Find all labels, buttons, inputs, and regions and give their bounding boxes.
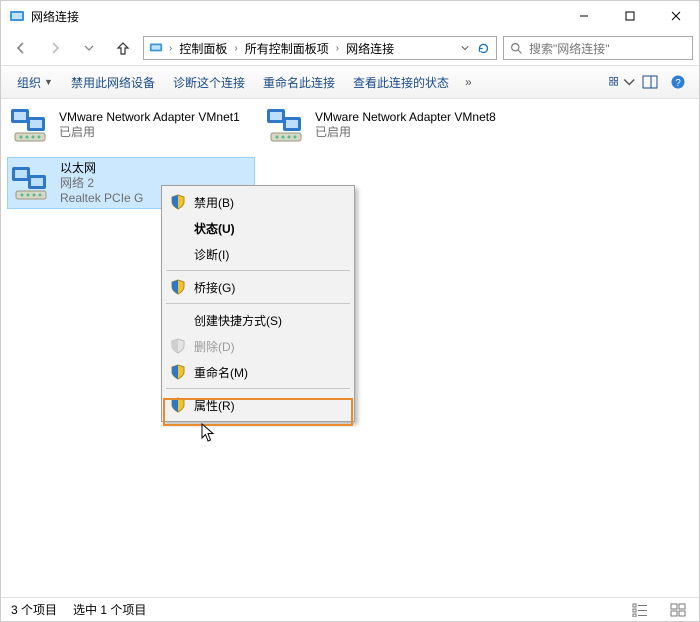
search-icon [510, 42, 523, 55]
toolbar: 组织 ▼ 禁用此网络设备 诊断这个连接 重命名此连接 查看此连接的状态 » ? [1, 65, 699, 99]
shield-icon [170, 397, 186, 413]
adapter-name: VMware Network Adapter VMnet8 [315, 110, 496, 125]
context-menu-delete-label: 删除(D) [194, 338, 342, 355]
toolbar-view-status-button[interactable]: 查看此连接的状态 [345, 70, 457, 95]
shield-icon [170, 194, 186, 210]
view-details-button[interactable] [629, 601, 651, 619]
minimize-button[interactable] [561, 1, 607, 31]
context-menu-properties-label: 属性(R) [194, 397, 342, 414]
toolbar-view-status-label: 查看此连接的状态 [353, 74, 449, 91]
context-menu-properties[interactable]: 属性(R) [164, 392, 352, 418]
window-icon [9, 8, 25, 24]
title-bar: 网络连接 [1, 1, 699, 31]
maximize-button[interactable] [607, 1, 653, 31]
context-menu-rename[interactable]: 重命名(M) [164, 359, 352, 385]
context-menu-separator [166, 270, 350, 271]
toolbar-help-button[interactable]: ? [665, 70, 691, 94]
context-menu-create-shortcut[interactable]: 创建快捷方式(S) [164, 307, 352, 333]
adapter-vmnet8[interactable]: VMware Network Adapter VMnet8 已启用 [263, 99, 511, 151]
breadcrumb-item-network-connections[interactable]: 网络连接 [342, 40, 398, 57]
breadcrumb[interactable]: › 控制面板 › 所有控制面板项 › 网络连接 [143, 36, 497, 60]
toolbar-rename-button[interactable]: 重命名此连接 [255, 70, 343, 95]
context-menu-status-label: 状态(U) [194, 220, 342, 237]
nav-forward-button[interactable] [41, 34, 69, 62]
toolbar-disable-device-label: 禁用此网络设备 [71, 74, 155, 91]
breadcrumb-sep: › [333, 43, 342, 54]
context-menu-disable-label: 禁用(B) [194, 194, 342, 211]
context-menu-rename-label: 重命名(M) [194, 364, 342, 381]
context-menu-delete: 删除(D) [164, 333, 352, 359]
breadcrumb-sep: › [166, 43, 175, 54]
breadcrumb-item-all-items[interactable]: 所有控制面板项 [241, 40, 333, 57]
window-title: 网络连接 [31, 8, 561, 25]
toolbar-organize-button[interactable]: 组织 ▼ [9, 70, 61, 95]
search-input[interactable]: 搜索"网络连接" [503, 36, 693, 60]
context-menu-bridge[interactable]: 桥接(G) [164, 274, 352, 300]
breadcrumb-dropdown[interactable] [457, 44, 473, 52]
adapter-vmnet1[interactable]: VMware Network Adapter VMnet1 已启用 [7, 99, 255, 151]
adapter-status: 已启用 [59, 125, 240, 140]
context-menu-separator [166, 303, 350, 304]
toolbar-diagnose-button[interactable]: 诊断这个连接 [165, 70, 253, 95]
toolbar-view-options-button[interactable] [609, 70, 635, 94]
toolbar-organize-label: 组织 [17, 74, 41, 91]
network-adapter-icon [265, 103, 309, 147]
window-controls [561, 1, 699, 31]
nav-history-dropdown[interactable] [75, 34, 103, 62]
context-menu-bridge-label: 桥接(G) [194, 279, 342, 296]
context-menu-diagnose[interactable]: 诊断(I) [164, 241, 352, 267]
blank-icon [170, 312, 186, 328]
adapter-name: 以太网 [60, 161, 143, 176]
adapter-name: VMware Network Adapter VMnet1 [59, 110, 240, 125]
breadcrumb-refresh-button[interactable] [473, 42, 494, 55]
adapter-detail: Realtek PCIe G [60, 191, 143, 206]
nav-up-button[interactable] [109, 34, 137, 62]
blank-icon [170, 220, 186, 236]
svg-text:?: ? [675, 78, 681, 89]
context-menu: 禁用(B) 状态(U) 诊断(I) 桥接(G) 创建快捷方式(S) 删除(D) … [161, 185, 355, 422]
adapter-status: 已启用 [315, 125, 496, 140]
status-selected-count: 选中 1 个项目 [73, 601, 146, 618]
adapter-status: 网络 2 [60, 176, 143, 191]
context-menu-disable[interactable]: 禁用(B) [164, 189, 352, 215]
network-adapter-icon [10, 161, 54, 205]
toolbar-overflow-button[interactable]: » [459, 75, 478, 89]
chevron-down-icon: ▼ [44, 77, 53, 87]
context-menu-create-shortcut-label: 创建快捷方式(S) [194, 312, 342, 329]
breadcrumb-item-control-panel[interactable]: 控制面板 [175, 40, 231, 57]
toolbar-disable-device-button[interactable]: 禁用此网络设备 [63, 70, 163, 95]
breadcrumb-root-icon[interactable] [146, 40, 166, 57]
breadcrumb-sep: › [231, 43, 240, 54]
nav-back-button[interactable] [7, 34, 35, 62]
search-placeholder: 搜索"网络连接" [529, 40, 686, 57]
blank-icon [170, 246, 186, 262]
toolbar-preview-pane-button[interactable] [637, 70, 663, 94]
context-menu-status[interactable]: 状态(U) [164, 215, 352, 241]
status-item-count: 3 个项目 [11, 601, 57, 618]
shield-icon [170, 364, 186, 380]
view-large-icons-button[interactable] [667, 601, 689, 619]
status-bar: 3 个项目 选中 1 个项目 [1, 597, 699, 621]
toolbar-diagnose-label: 诊断这个连接 [173, 74, 245, 91]
address-row: › 控制面板 › 所有控制面板项 › 网络连接 搜索"网络连接" [1, 31, 699, 65]
context-menu-diagnose-label: 诊断(I) [194, 246, 342, 263]
shield-icon [170, 338, 186, 354]
toolbar-rename-label: 重命名此连接 [263, 74, 335, 91]
shield-icon [170, 279, 186, 295]
network-adapter-icon [9, 103, 53, 147]
context-menu-separator [166, 388, 350, 389]
close-button[interactable] [653, 1, 699, 31]
